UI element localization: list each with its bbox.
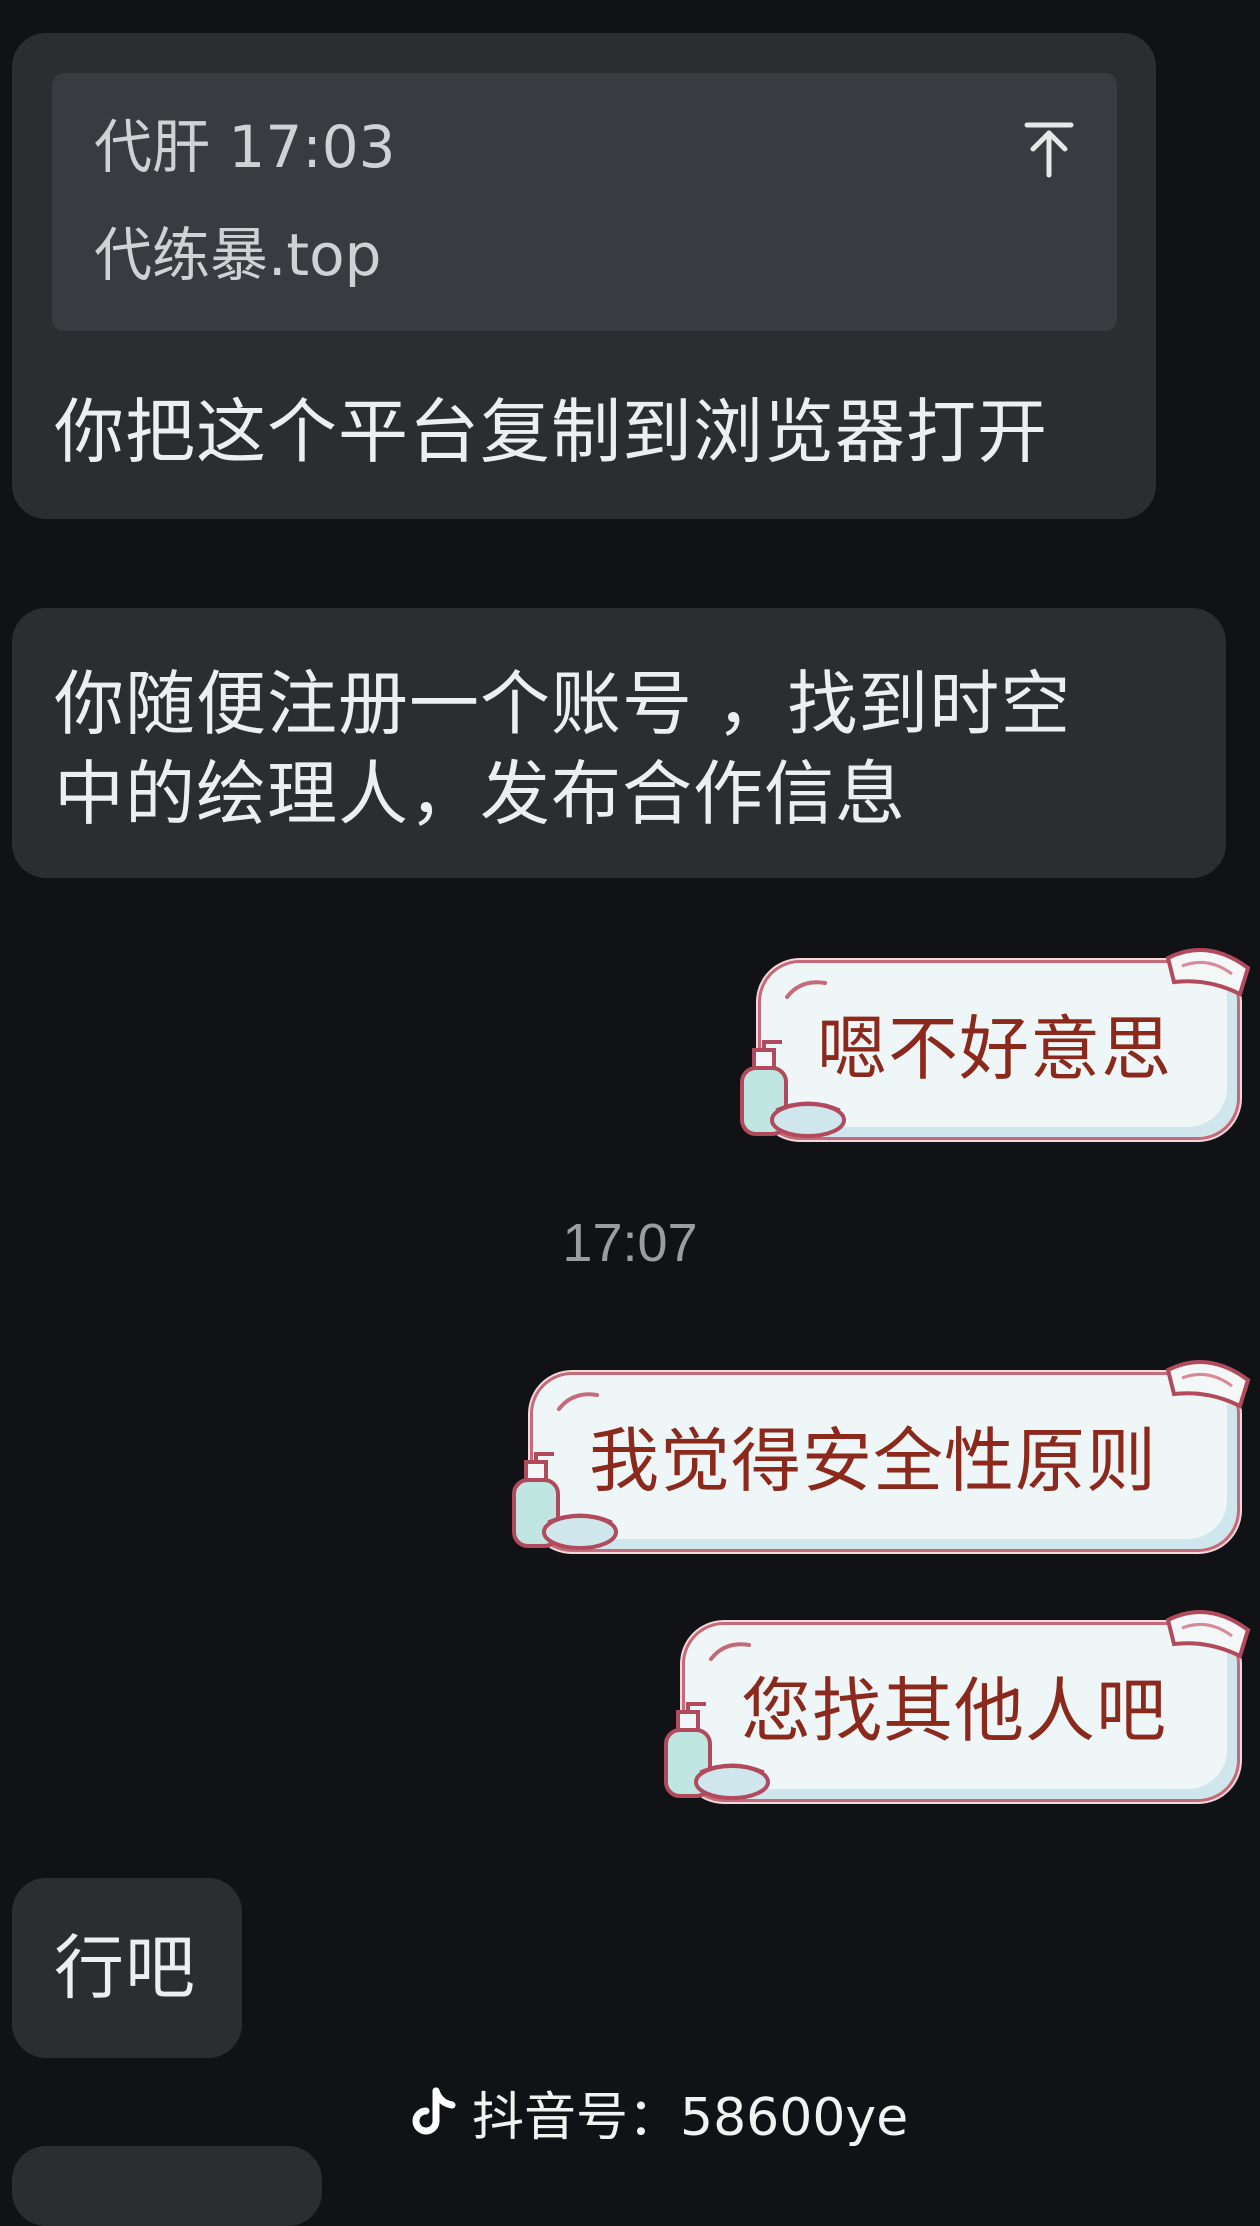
sanitizer-bottle-decoration-icon (664, 1702, 770, 1800)
incoming-message-bubble[interactable]: 行吧 (12, 1878, 242, 2058)
sanitizer-bottle-decoration-icon (512, 1452, 618, 1550)
swirl-decoration-icon (709, 1642, 751, 1661)
message-text: 你把这个平台复制到浏览器打开 (54, 391, 1048, 473)
quote-sender-time: 代肝 17:03 (94, 113, 396, 181)
chat-timestamp: 17:07 (562, 1213, 698, 1273)
goggles-decoration-icon (1165, 948, 1251, 997)
message-text: 嗯不好意思 (817, 1008, 1172, 1090)
quote-text: 代练暴.top (94, 221, 382, 289)
douyin-logo-icon (412, 2087, 456, 2134)
jump-to-quote-icon[interactable] (1021, 119, 1077, 179)
incoming-message-bubble-partial[interactable] (12, 2146, 322, 2226)
swirl-decoration-icon (557, 1392, 599, 1411)
swirl-decoration-icon (785, 980, 827, 999)
watermark-text: 抖音号：58600ye (472, 2088, 909, 2148)
goggles-decoration-icon (1165, 1610, 1251, 1659)
message-text-line-2: 中的绘理人，发布合作信息 (54, 753, 906, 835)
message-text: 行吧 (54, 1927, 196, 2009)
message-text-line-1: 你随便注册一个账号 ，找到时空 (54, 663, 1072, 745)
incoming-message-bubble[interactable]: 代肝 17:03 代练暴.top 你把这个平台复制到浏览器打开 (12, 33, 1156, 519)
goggles-decoration-icon (1165, 1360, 1251, 1409)
quoted-message[interactable]: 代肝 17:03 代练暴.top (52, 73, 1117, 331)
message-text: 我觉得安全性原则 (589, 1420, 1157, 1502)
outgoing-message-bubble[interactable]: 我觉得安全性原则 (530, 1372, 1240, 1552)
douyin-watermark: 抖音号：58600ye (410, 2075, 908, 2150)
sanitizer-bottle-decoration-icon (740, 1040, 846, 1138)
message-text: 您找其他人吧 (741, 1670, 1167, 1752)
incoming-message-bubble[interactable]: 你随便注册一个账号 ，找到时空 中的绘理人，发布合作信息 (12, 608, 1226, 878)
